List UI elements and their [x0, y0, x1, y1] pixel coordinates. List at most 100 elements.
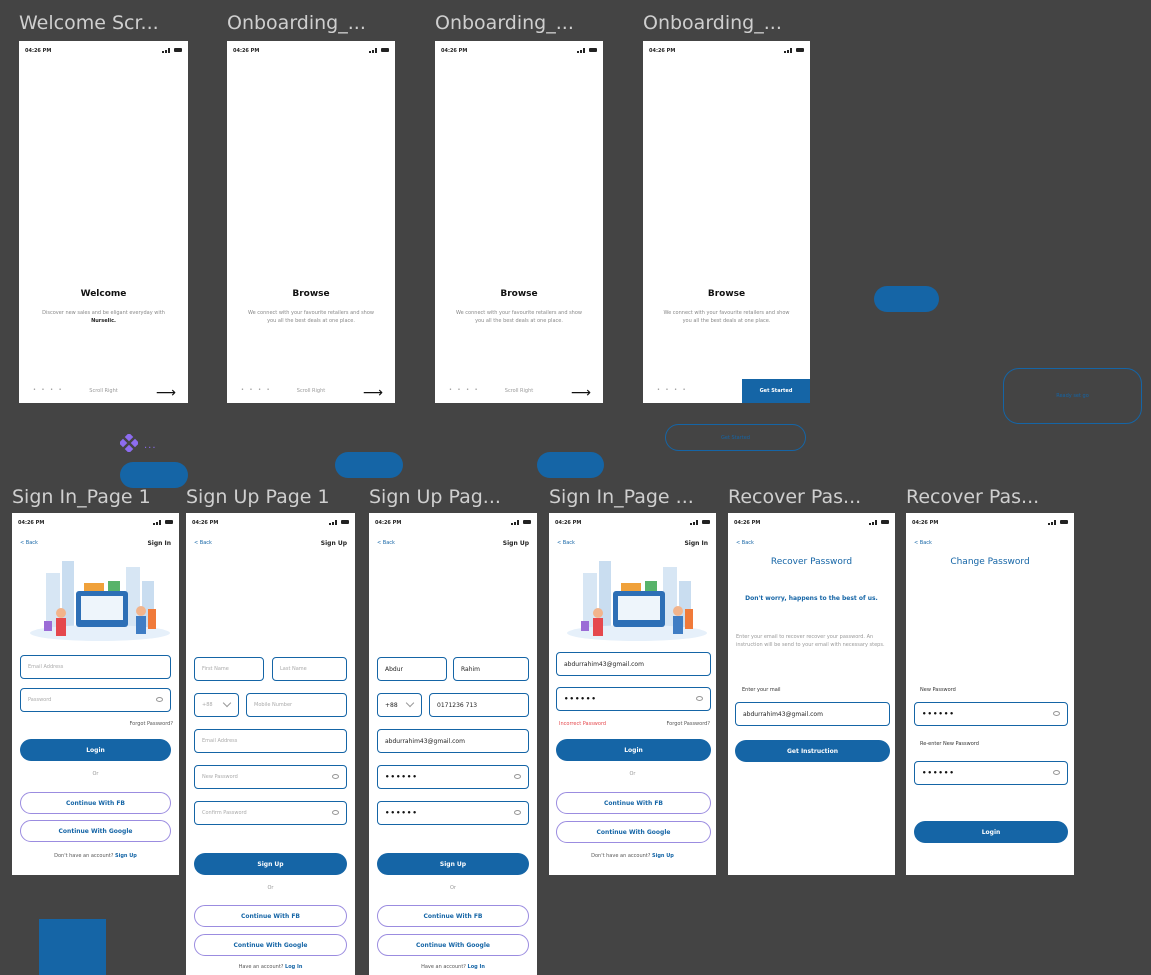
arrow-right-icon[interactable]: ⟶	[571, 386, 591, 400]
component-icon[interactable]	[120, 434, 138, 452]
eye-icon[interactable]	[1053, 770, 1060, 775]
frame-title-sign-in-2[interactable]: Sign In_Page ...	[549, 486, 719, 508]
signal-icon	[162, 47, 182, 53]
sign-up-prompt: Don't have an account? Sign Up	[591, 853, 674, 859]
status-bar: 04:26 PM	[369, 519, 537, 529]
continue-with-google-button[interactable]: Continue With Google	[377, 934, 529, 956]
frame-title-change-password[interactable]: Recover Pas...	[906, 486, 1076, 508]
page-title: Recover Password	[770, 557, 853, 567]
eye-icon[interactable]	[696, 696, 703, 701]
signal-icon	[511, 519, 531, 525]
frame-title-sign-in-1[interactable]: Sign In_Page 1	[12, 486, 182, 508]
continue-with-google-button[interactable]: Continue With Google	[20, 820, 171, 842]
continue-with-fb-button[interactable]: Continue With FB	[377, 905, 529, 927]
login-button[interactable]: Login	[556, 739, 711, 761]
onboarding-screen-2: 04:26 PM Browse We connect with your fav…	[435, 41, 603, 403]
first-name-field[interactable]: First Name	[194, 657, 264, 681]
forgot-password-link[interactable]: Forgot Password?	[666, 721, 710, 727]
sign-up-link[interactable]: Sign Up	[652, 853, 674, 859]
first-name-field[interactable]: Abdur	[377, 657, 447, 681]
country-code-select[interactable]: +88	[377, 693, 422, 717]
get-started-button[interactable]: Get Started	[742, 379, 810, 403]
email-field[interactable]: Email Address	[194, 729, 347, 753]
new-password-field[interactable]: New Password	[194, 765, 347, 789]
ghost-ready-button[interactable]: Ready set go	[1003, 368, 1142, 424]
log-in-link[interactable]: Log In	[468, 964, 485, 970]
email-field[interactable]: abdurrahim43@gmail.com	[556, 652, 711, 676]
sign-up-button[interactable]: Sign Up	[377, 853, 529, 875]
continue-with-fb-button[interactable]: Continue With FB	[194, 905, 347, 927]
floating-pill-button[interactable]	[874, 286, 939, 312]
arrow-right-icon[interactable]: ⟶	[156, 386, 176, 400]
page-title: Sign In	[684, 540, 708, 547]
back-button[interactable]: < Back	[377, 540, 395, 546]
last-name-field[interactable]: Rahim	[453, 657, 529, 681]
sign-up-link[interactable]: Sign Up	[115, 853, 137, 859]
welcome-heading: Welcome	[80, 289, 127, 299]
color-swatch[interactable]	[39, 919, 106, 975]
back-button[interactable]: < Back	[914, 540, 932, 546]
password-error-text: Incorrect Password	[559, 721, 607, 727]
new-password-field[interactable]: ••••••	[377, 765, 529, 789]
status-time: 04:26 PM	[375, 520, 402, 526]
battery-icon	[796, 48, 804, 52]
floating-pill-button[interactable]	[120, 462, 188, 488]
login-button[interactable]: Login	[20, 739, 171, 761]
status-time: 04:26 PM	[555, 520, 582, 526]
back-button[interactable]: < Back	[20, 540, 38, 546]
continue-with-fb-button[interactable]: Continue With FB	[20, 792, 171, 814]
login-button[interactable]: Login	[914, 821, 1068, 843]
page-title: Sign In	[147, 540, 171, 547]
confirm-password-field[interactable]: ••••••	[377, 801, 529, 825]
sign-up-button[interactable]: Sign Up	[194, 853, 347, 875]
reenter-password-field[interactable]: ••••••	[914, 761, 1068, 785]
log-in-link[interactable]: Log In	[285, 964, 302, 970]
frame-title-onboarding-1[interactable]: Onboarding_...	[227, 12, 397, 34]
floating-pill-button[interactable]	[335, 452, 403, 478]
continue-with-fb-button[interactable]: Continue With FB	[556, 792, 711, 814]
floating-pill-button[interactable]	[537, 452, 604, 478]
email-field[interactable]: abdurrahim43@gmail.com	[735, 702, 890, 726]
continue-with-google-button[interactable]: Continue With Google	[194, 934, 347, 956]
frame-title-sign-up-2[interactable]: Sign Up Pag...	[369, 486, 539, 508]
mobile-number-field[interactable]: 0171236 713	[429, 693, 529, 717]
eye-icon[interactable]	[332, 774, 339, 779]
last-name-field[interactable]: Last Name	[272, 657, 347, 681]
onboarding-heading: Browse	[500, 289, 538, 299]
status-bar: 04:26 PM	[643, 47, 810, 57]
country-code-select[interactable]: +88	[194, 693, 239, 717]
signal-icon	[329, 519, 349, 525]
password-field[interactable]: ••••••	[556, 687, 711, 711]
frame-title-recover-password[interactable]: Recover Pas...	[728, 486, 898, 508]
or-divider: Or	[267, 885, 274, 891]
eye-icon[interactable]	[1053, 711, 1060, 716]
back-button[interactable]: < Back	[736, 540, 754, 546]
eye-icon[interactable]	[332, 810, 339, 815]
eye-icon[interactable]	[514, 774, 521, 779]
eye-icon[interactable]	[156, 697, 163, 702]
frame-title-sign-up-1[interactable]: Sign Up Page 1	[186, 486, 356, 508]
email-field[interactable]: abdurrahim43@gmail.com	[377, 729, 529, 753]
confirm-password-field[interactable]: Confirm Password	[194, 801, 347, 825]
new-password-field[interactable]: ••••••	[914, 702, 1068, 726]
password-field[interactable]: Password	[20, 688, 171, 712]
get-instruction-button[interactable]: Get Instruction	[735, 740, 890, 762]
battery-icon	[702, 520, 710, 524]
email-field[interactable]: Email Address	[20, 655, 171, 679]
signal-icon	[369, 47, 389, 53]
frame-title-onboarding-3[interactable]: Onboarding_...	[643, 12, 813, 34]
back-button[interactable]: < Back	[557, 540, 575, 546]
forgot-password-link[interactable]: Forgot Password?	[129, 721, 173, 727]
frame-title-onboarding-2[interactable]: Onboarding_...	[435, 12, 605, 34]
chevron-down-icon	[405, 698, 415, 708]
frame-title-welcome[interactable]: Welcome Scr...	[19, 12, 189, 34]
status-time: 04:26 PM	[233, 48, 260, 54]
sign-up-prompt: Don't have an account? Sign Up	[54, 853, 137, 859]
mobile-number-field[interactable]: Mobile Number	[246, 693, 347, 717]
continue-with-google-button[interactable]: Continue With Google	[556, 821, 711, 843]
back-button[interactable]: < Back	[194, 540, 212, 546]
eye-icon[interactable]	[514, 810, 521, 815]
arrow-right-icon[interactable]: ⟶	[363, 386, 383, 400]
or-divider: Or	[92, 771, 99, 777]
ghost-get-started-button[interactable]: Get Started	[665, 424, 806, 451]
